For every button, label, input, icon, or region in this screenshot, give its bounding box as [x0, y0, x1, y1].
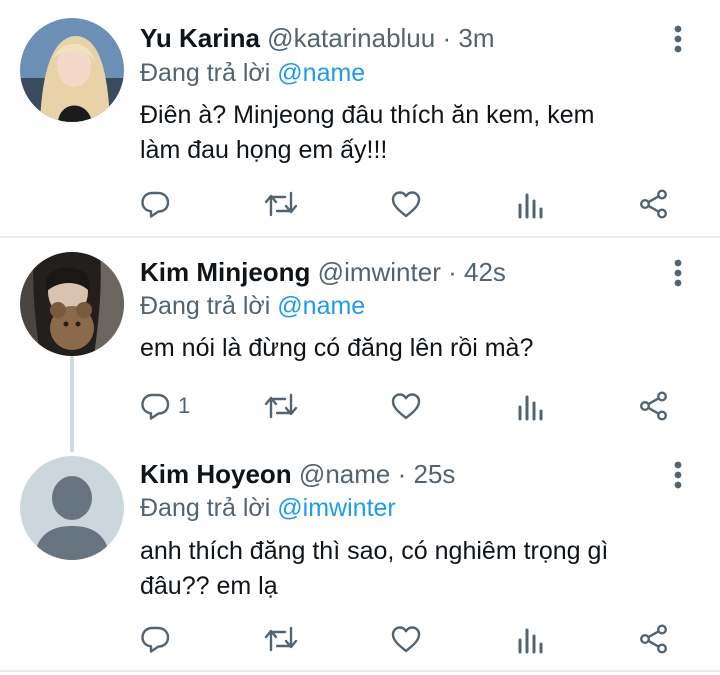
retweet-icon	[264, 191, 298, 217]
user-handle[interactable]: @imwinter	[318, 257, 441, 287]
share-icon	[640, 391, 668, 421]
replying-to-label: Đang trả lời	[140, 292, 271, 320]
tweet-text: Điên à? Minjeong đâu thích ăn kem, kem l…	[140, 98, 680, 168]
reply-icon	[141, 191, 170, 218]
analytics-icon	[518, 628, 543, 654]
tweet-header: Kim Hoyeon @name · 25s	[140, 458, 455, 490]
tweet-text: anh thích đăng thì sao, có nghiêm trọng …	[140, 534, 680, 604]
timestamp[interactable]: 3m	[458, 23, 494, 53]
reply-icon	[141, 626, 170, 653]
timestamp[interactable]: 42s	[464, 257, 506, 287]
share-icon	[640, 624, 668, 654]
tweet-1[interactable]: Yu Karina @katarinabluu · 3m Đang trả lờ…	[0, 0, 720, 236]
like-button[interactable]	[390, 388, 422, 424]
tweet-text-line: Điên à? Minjeong đâu thích ăn kem, kem	[140, 101, 595, 129]
timestamp[interactable]: 25s	[414, 459, 456, 489]
replying-to-mention[interactable]: @name	[277, 59, 365, 87]
tweet-3[interactable]: Kim Hoyeon @name · 25s Đang trả lời @imw…	[0, 452, 720, 670]
reply-icon	[141, 393, 170, 420]
share-button[interactable]	[638, 388, 670, 424]
action-bar	[130, 186, 700, 222]
display-name[interactable]: Yu Karina	[140, 23, 260, 53]
tweet-text-line: làm đau họng em ấy!!!	[140, 136, 388, 164]
analytics-button[interactable]	[517, 621, 545, 657]
like-icon	[391, 393, 421, 420]
more-icon[interactable]	[670, 258, 686, 288]
analytics-button[interactable]	[517, 388, 545, 424]
tweet-2[interactable]: Kim Minjeong @imwinter · 42s Đang trả lờ…	[0, 238, 720, 452]
separator-dot: ·	[442, 23, 452, 53]
analytics-icon	[518, 193, 543, 219]
default-avatar-icon	[20, 456, 124, 560]
user-handle[interactable]: @katarinabluu	[267, 23, 435, 53]
replying-to-mention[interactable]: @name	[277, 292, 365, 320]
more-icon[interactable]	[670, 460, 686, 490]
user-handle[interactable]: @name	[299, 459, 390, 489]
tweet-header: Yu Karina @katarinabluu · 3m	[140, 22, 495, 54]
reply-button[interactable]: 1	[140, 388, 190, 424]
display-name[interactable]: Kim Minjeong	[140, 257, 310, 287]
avatar-yu-karina[interactable]	[20, 18, 124, 122]
replying-to-label: Đang trả lời	[140, 59, 271, 87]
share-button[interactable]	[638, 186, 670, 222]
separator-dot: ·	[397, 459, 407, 489]
tweet-text-line: đâu?? em lạ	[140, 572, 278, 600]
like-icon	[391, 626, 421, 653]
avatar-image	[20, 18, 124, 122]
replying-to: Đang trả lời @imwinter	[140, 492, 396, 524]
reply-button[interactable]	[140, 621, 178, 657]
tweet-divider	[0, 670, 720, 672]
retweet-icon	[264, 393, 298, 419]
replying-to-mention[interactable]: @imwinter	[277, 494, 395, 522]
display-name[interactable]: Kim Hoyeon	[140, 459, 292, 489]
action-bar: 1	[130, 388, 700, 424]
analytics-icon	[518, 395, 543, 421]
retweet-button[interactable]	[263, 186, 299, 222]
retweet-icon	[264, 626, 298, 652]
separator-dot: ·	[448, 257, 457, 287]
tweet-text-line: em nói là đừng có đăng lên rồi mà?	[140, 334, 534, 362]
analytics-button[interactable]	[517, 186, 545, 222]
replying-to: Đang trả lời @name	[140, 290, 365, 322]
share-button[interactable]	[638, 621, 670, 657]
replying-to: Đang trả lời @name	[140, 57, 365, 89]
avatar-kim-minjeong[interactable]	[20, 252, 124, 356]
reply-button[interactable]	[140, 186, 178, 222]
retweet-button[interactable]	[263, 621, 299, 657]
like-icon	[391, 191, 421, 218]
tweet-text: em nói là đừng có đăng lên rồi mà?	[140, 331, 680, 366]
reply-count: 1	[178, 393, 191, 418]
more-icon[interactable]	[670, 24, 686, 54]
like-button[interactable]	[390, 621, 422, 657]
tweet-header: Kim Minjeong @imwinter · 42s	[140, 256, 506, 288]
thread-line	[70, 356, 74, 452]
share-icon	[640, 189, 668, 219]
tweet-text-line: anh thích đăng thì sao, có nghiêm trọng …	[140, 537, 609, 565]
replying-to-label: Đang trả lời	[140, 494, 271, 522]
avatar-image	[20, 252, 124, 356]
retweet-button[interactable]	[263, 388, 299, 424]
action-bar	[130, 621, 700, 657]
avatar-kim-hoyeon[interactable]	[20, 456, 124, 560]
like-button[interactable]	[390, 186, 422, 222]
